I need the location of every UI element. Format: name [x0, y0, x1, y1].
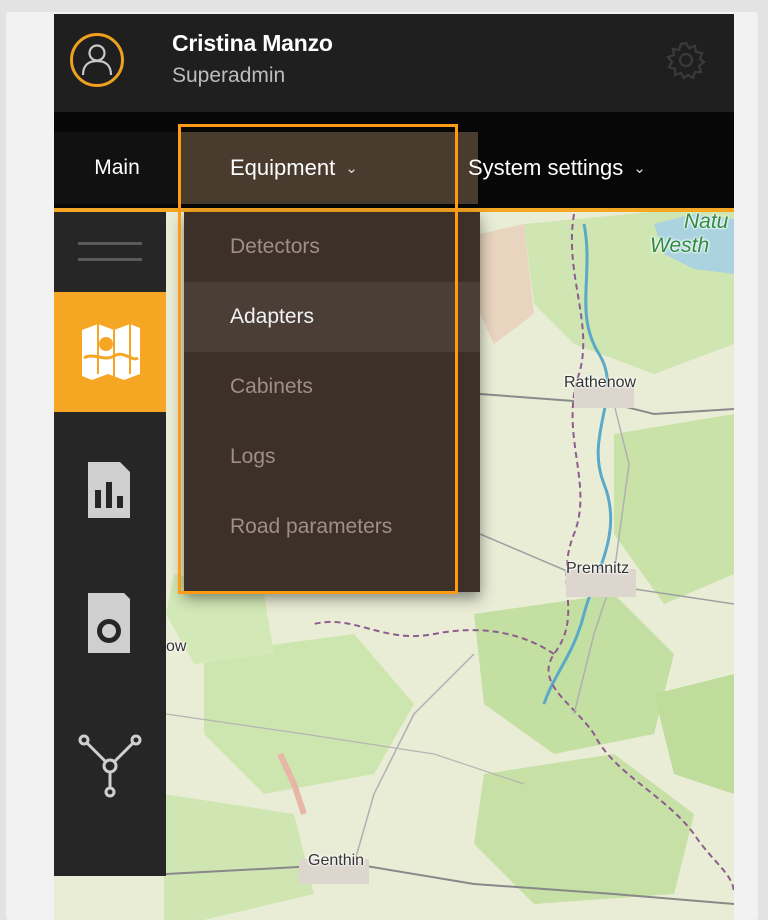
sidebar-item-camera[interactable]: [54, 547, 166, 692]
map-label-ow: ow: [166, 638, 187, 655]
sidebar: [54, 212, 166, 876]
nav-equipment[interactable]: Equipment ⌄: [180, 132, 478, 204]
map-icon: [82, 324, 140, 380]
nav-equipment-label: Equipment: [230, 155, 336, 180]
nav-main[interactable]: Main: [54, 132, 180, 204]
top-nav: Main Equipment ⌄ System settings ⌄: [54, 112, 734, 212]
dropdown-item-cabinets[interactable]: Cabinets: [184, 352, 480, 422]
sidebar-item-map[interactable]: [54, 292, 166, 412]
dropdown-item-adapters[interactable]: Adapters: [184, 282, 480, 352]
camera-icon: [88, 593, 130, 653]
gear-icon[interactable]: [666, 40, 706, 80]
screenshot-frame: Natu Westh Rathenow Premnitz ow Genthin …: [6, 12, 758, 920]
dropdown-item-detectors[interactable]: Detectors: [184, 212, 480, 282]
app-window: Natu Westh Rathenow Premnitz ow Genthin …: [54, 14, 734, 920]
dropdown-item-logs[interactable]: Logs: [184, 422, 480, 492]
user-icon[interactable]: [70, 33, 124, 87]
map-label-westh: Westh: [650, 234, 710, 257]
map-label-rathenow: Rathenow: [564, 374, 637, 391]
user-role: Superadmin: [172, 64, 286, 87]
dropdown-item-road-parameters[interactable]: Road parameters: [184, 492, 480, 562]
map-label-premnitz: Premnitz: [566, 560, 630, 577]
nav-system-settings[interactable]: System settings ⌄: [464, 132, 734, 204]
chevron-down-icon: ⌄: [345, 160, 358, 177]
chevron-down-icon: ⌄: [633, 160, 646, 177]
nav-system-label: System settings: [468, 155, 624, 180]
map-label-genthin: Genthin: [308, 852, 365, 869]
sidebar-menu-toggle[interactable]: [54, 212, 166, 292]
report-icon: [88, 462, 130, 518]
user-name: Cristina Manzo: [172, 30, 333, 56]
network-icon: [78, 734, 142, 798]
sidebar-item-network[interactable]: [54, 692, 166, 876]
sidebar-item-reports[interactable]: [54, 412, 166, 547]
hamburger-icon: [78, 242, 142, 261]
nav-main-label: Main: [94, 156, 140, 179]
app-header: Cristina Manzo Superadmin: [54, 14, 734, 112]
equipment-dropdown: Detectors Adapters Cabinets Logs Road pa…: [184, 212, 480, 592]
map-label-natur: Natu: [684, 210, 729, 233]
